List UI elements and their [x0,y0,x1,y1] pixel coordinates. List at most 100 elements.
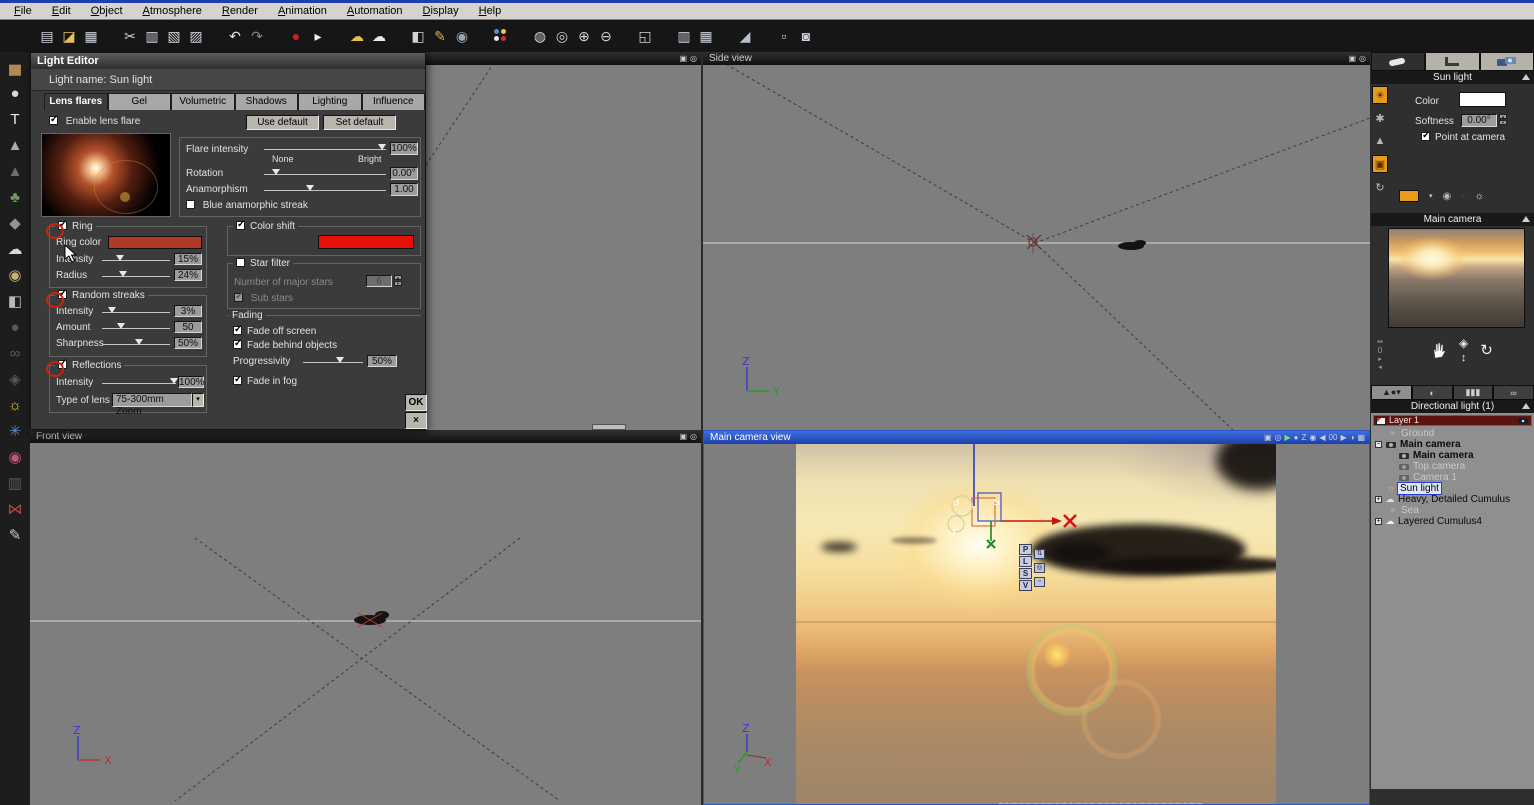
flare-intensity-slider[interactable] [264,144,386,153]
frame-counter[interactable]: 00 [1329,431,1338,444]
duplicate-view-icon[interactable]: ▣ [1264,431,1272,444]
text-object-icon[interactable]: T [3,108,27,130]
filmstrip-icon[interactable]: ▥ [674,26,694,46]
menu-file[interactable]: File [6,4,44,18]
cut-icon[interactable]: ✂ [120,26,140,46]
zoom-view-icon[interactable]: ◎ [690,430,697,443]
ring-intensity-slider[interactable] [102,255,170,264]
mountain-dark-icon[interactable]: ▲ [3,160,27,182]
streaks-sharpness-slider[interactable] [102,339,170,348]
spotlight-cone-icon[interactable]: ▲ [1372,132,1388,150]
light-color-swatch[interactable] [1459,92,1506,107]
rock-icon[interactable]: ◆ [3,212,27,234]
progressivity-value[interactable]: 50% [367,355,397,367]
gizmo-button-l[interactable]: L [1019,556,1032,567]
layer-bar[interactable]: Layer 1 [1373,415,1532,426]
main-camera-header[interactable]: Main camera [1371,213,1534,226]
menu-display[interactable]: Display [415,4,471,18]
zoom-view-icon[interactable]: ◎ [690,52,697,65]
ring-radius-slider[interactable] [102,271,170,280]
record-animation-icon[interactable]: ● [286,26,306,46]
bulb-icon[interactable]: ☼ [1475,191,1484,202]
progressivity-slider[interactable] [303,357,363,366]
refresh-icon[interactable]: ↻ [1372,178,1388,196]
side-view-content[interactable]: Z Y [703,65,1370,430]
streaks-amount-slider[interactable] [102,323,170,332]
tab-influence[interactable]: Influence [361,93,425,110]
ring-intensity-value[interactable]: 15% [174,253,202,265]
tree-item-heavy-cumulus[interactable]: + ☁ Heavy, Detailed Cumulus [1373,494,1532,505]
tree-icon[interactable]: ♣ [3,186,27,208]
gizmo-button-s[interactable]: S [1019,568,1032,579]
menu-help[interactable]: Help [471,4,514,18]
main-camera-viewport[interactable]: Main camera view ▣◎▶●Z◉◀00▶◑▦ [703,430,1370,805]
swatch-dropdown-icon[interactable]: ▾ [1429,192,1433,200]
anamorphism-value[interactable]: 1.00 [390,183,418,196]
creature-icon[interactable]: ◈ [3,368,27,390]
camera-preview[interactable] [1388,228,1525,328]
render-mode-icon[interactable]: ▪▪ [1377,337,1383,346]
tree-item-sea[interactable]: ≈ Sea [1373,505,1532,516]
point-at-camera-checkbox[interactable] [1421,130,1430,141]
sphere-primitive-icon[interactable]: ● [3,82,27,104]
fade-in-fog-checkbox[interactable] [233,374,242,385]
metaballs-icon[interactable]: ∞ [3,342,27,364]
menu-object[interactable]: Object [83,4,135,18]
tree-item-layered-cumulus[interactable]: + ☁ Layered Cumulus4 [1373,516,1532,527]
play-small-icon[interactable]: ▸ [1378,355,1382,363]
chart-icon[interactable]: ▥ [3,472,27,494]
menu-edit[interactable]: Edit [44,4,83,18]
softness-value[interactable]: 0.00° [1461,114,1497,127]
planet-icon[interactable]: ◉ [3,264,27,286]
collapse-minus-icon[interactable]: − [1375,441,1382,448]
copy-icon[interactable]: ▥ [142,26,162,46]
tab-layers[interactable]: ▮▮▮ [1452,385,1494,400]
reflections-intensity-slider[interactable] [102,378,178,387]
tab-shadows[interactable]: Shadows [234,93,298,110]
eye-icon[interactable] [1517,417,1529,425]
filmstrip-add-icon[interactable]: ▦ [696,26,716,46]
zoom-tool-icon[interactable]: ◎ [552,26,572,46]
gizmo-mini-size-icon[interactable]: ⇅ [1034,549,1045,559]
cube-star-icon[interactable]: ◧ [3,290,27,312]
new-scene-icon[interactable]: ▤ [37,26,57,46]
rotate-camera-icon[interactable]: ↻ [1480,341,1493,359]
zoom-view-icon[interactable]: ◎ [1359,52,1366,65]
cloud-icon[interactable]: ☁ [3,238,27,260]
lock-icon[interactable]: ◉ [1443,191,1452,202]
paste-icon[interactable]: ▧ [164,26,184,46]
pan-hand-icon[interactable] [1431,341,1447,359]
zoom-out-icon[interactable]: ⊖ [596,26,616,46]
close-button[interactable]: × [405,412,427,429]
wings-icon[interactable]: ⋈ [3,498,27,520]
menu-render[interactable]: Render [214,4,270,18]
gizmo-cube-icon[interactable]: ▣ [1372,155,1388,173]
ok-button[interactable]: OK [405,394,427,411]
dialog-titlebar[interactable]: Light Editor [31,53,425,69]
fade-off-screen-checkbox[interactable] [233,324,242,335]
color-shift-swatch[interactable] [318,235,414,249]
zoom-view-icon[interactable]: ◎ [1275,431,1282,444]
material-sphere-icon[interactable]: ◉ [3,446,27,468]
rotation-slider[interactable] [264,169,386,178]
collapse-triangle-icon[interactable] [1522,403,1530,409]
duplicate-view-icon[interactable]: ▣ [679,430,687,443]
expand-plus-icon[interactable]: + [1375,496,1382,503]
use-default-button[interactable]: Use default [246,115,319,130]
mountain-icon[interactable]: ▲ [3,134,27,156]
tab-aspect[interactable] [1371,52,1426,71]
side-view-viewport[interactable]: Side view ▣ ◎ Z Y [703,52,1370,430]
tree-item-sun-light[interactable]: ☼ Sun light [1373,482,1532,495]
type-of-lens-dropdown[interactable]: 75-300mm Zoom [112,393,192,417]
boulder-icon[interactable]: ● [3,316,27,338]
gizmo-mini-center-icon[interactable]: ◎ [1034,563,1045,573]
back-small-icon[interactable]: ◂ [1378,363,1382,371]
tab-lights[interactable]: ◐ [1411,385,1453,400]
frame-back-icon[interactable]: ◀ [1319,431,1325,444]
paste-into-icon[interactable]: ▨ [186,26,206,46]
collapse-triangle-icon[interactable] [1522,74,1530,80]
render-options-icon[interactable]: ◧ [408,26,428,46]
enable-lens-flare-checkbox[interactable] [49,114,58,125]
streaks-intensity-slider[interactable] [102,307,170,316]
browser-header[interactable]: Directional light (1) [1371,400,1534,413]
